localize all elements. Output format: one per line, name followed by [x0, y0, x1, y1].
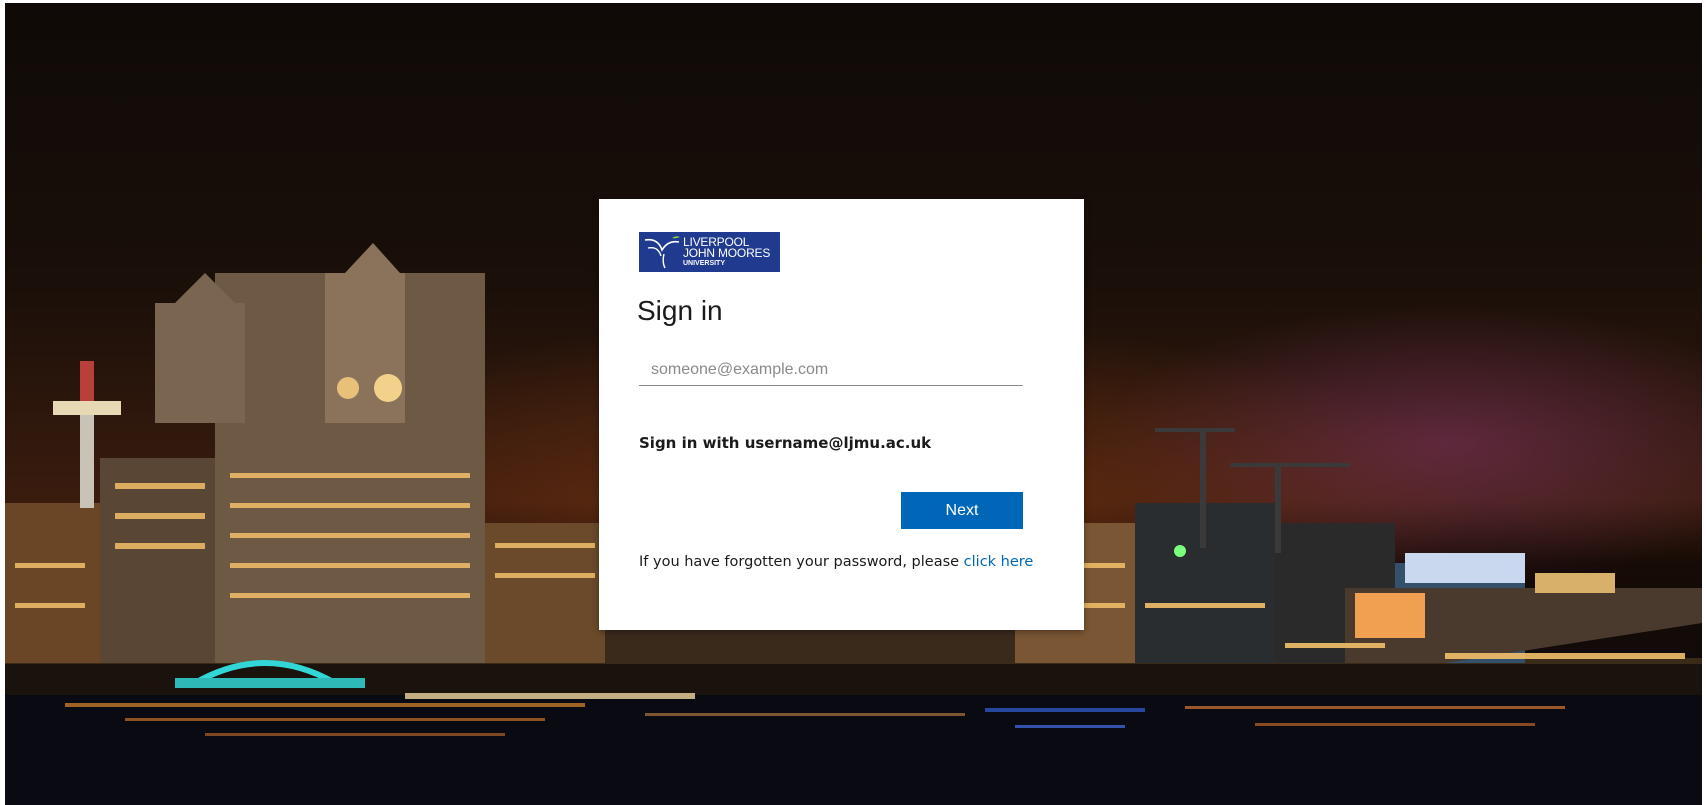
username-hint: Sign in with username@ljmu.ac.uk [639, 434, 932, 452]
logo-line2: JOHN MOORES [683, 246, 771, 260]
bird-icon [644, 236, 680, 269]
next-button[interactable]: Next [901, 492, 1023, 529]
page-title: Sign in [637, 295, 723, 326]
ljmu-logo: LIVERPOOL JOHN MOORES UNIVERSITY [639, 232, 780, 272]
forgot-password-label: If you have forgotten your password, ple… [639, 554, 960, 570]
signin-card: LIVERPOOL JOHN MOORES UNIVERSITY Sign in… [599, 199, 1084, 630]
email-input[interactable] [639, 354, 1023, 386]
forgot-password-text: If you have forgotten your password, ple… [639, 554, 1033, 570]
logo-line3: UNIVERSITY [683, 260, 726, 267]
forgot-password-link[interactable]: click here [964, 554, 1034, 570]
